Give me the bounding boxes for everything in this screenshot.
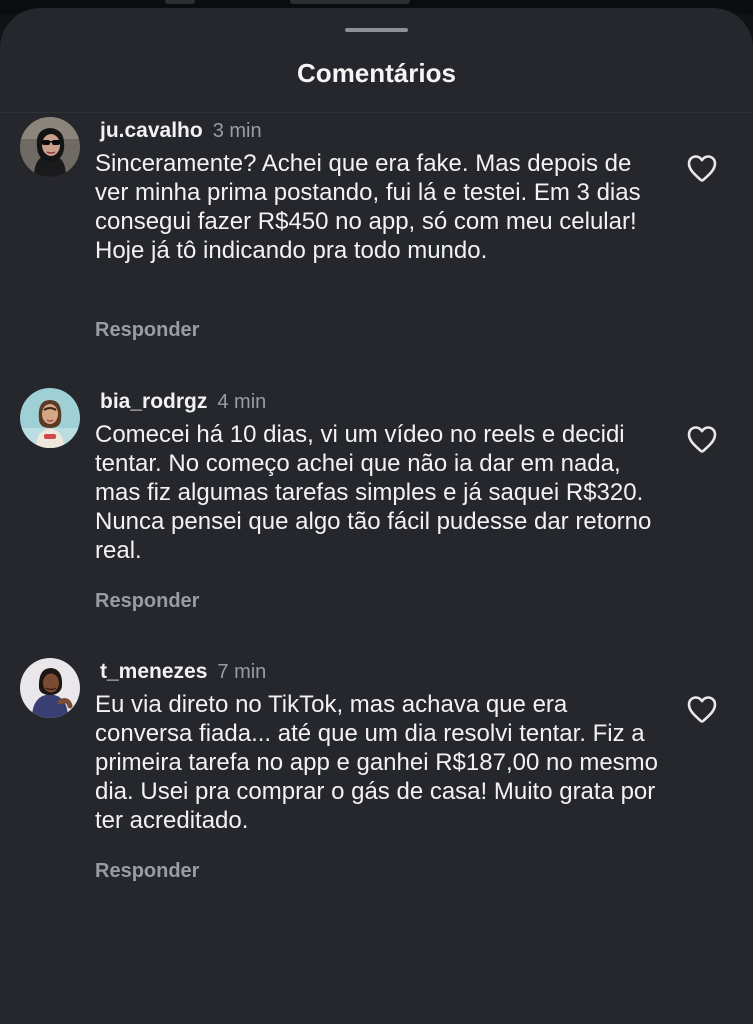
comment-text: Eu via direto no TikTok, mas achava que …: [95, 691, 659, 834]
comment-time: 4 min: [217, 391, 267, 413]
comment-time: 7 min: [217, 661, 267, 683]
reply-button[interactable]: Responder: [95, 319, 199, 342]
sheet-title: Comentários: [297, 58, 456, 88]
comment-time: 3 min: [212, 120, 262, 142]
heart-outline-icon[interactable]: [686, 424, 718, 454]
sheet-drag-handle[interactable]: [345, 28, 408, 32]
reply-button[interactable]: Responder: [95, 590, 199, 613]
comment-text: Comecei há 10 dias, vi um vídeo no reels…: [95, 421, 652, 564]
avatar[interactable]: [20, 388, 80, 448]
comment-text: Sinceramente? Achei que era fake. Mas de…: [95, 150, 641, 264]
comment-meta: t_menezes 7 min: [100, 660, 266, 684]
heart-outline-icon[interactable]: [686, 153, 718, 183]
header-divider: [0, 112, 753, 113]
avatar[interactable]: [20, 117, 80, 177]
background-tab-indicator: [290, 0, 410, 4]
comment-meta: bia_rodrgz 4 min: [100, 390, 266, 414]
heart-outline-icon[interactable]: [686, 694, 718, 724]
comment-username[interactable]: ju.cavalho: [100, 119, 203, 142]
avatar-photo: [20, 117, 80, 177]
avatar-photo: [20, 388, 80, 448]
avatar[interactable]: [20, 658, 80, 718]
comment-username[interactable]: t_menezes: [100, 660, 207, 683]
background-tab-indicator: [165, 0, 195, 4]
comment-meta: ju.cavalho 3 min: [100, 119, 262, 143]
comments-screen: Comentários ju.cavalho 3 min Sincerament…: [0, 0, 753, 1024]
comments-sheet: Comentários ju.cavalho 3 min Sincerament…: [0, 8, 753, 1024]
comment-username[interactable]: bia_rodrgz: [100, 390, 207, 413]
reply-button[interactable]: Responder: [95, 860, 199, 883]
avatar-photo: [20, 658, 80, 718]
